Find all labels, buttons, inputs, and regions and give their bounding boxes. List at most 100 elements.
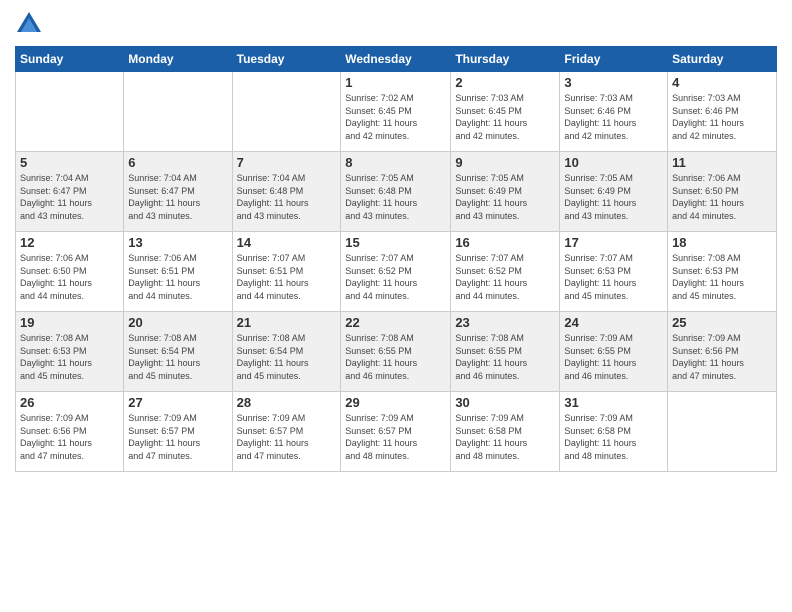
logo-icon — [15, 10, 43, 38]
day-number: 26 — [20, 395, 119, 410]
day-info: Sunrise: 7:08 AM Sunset: 6:54 PM Dayligh… — [128, 332, 227, 382]
day-info: Sunrise: 7:03 AM Sunset: 6:45 PM Dayligh… — [455, 92, 555, 142]
day-number: 24 — [564, 315, 663, 330]
day-number: 31 — [564, 395, 663, 410]
week-row-5: 26 Sunrise: 7:09 AM Sunset: 6:56 PM Dayli… — [16, 392, 777, 472]
day-number: 10 — [564, 155, 663, 170]
calendar-cell: 30 Sunrise: 7:09 AM Sunset: 6:58 PM Dayli… — [451, 392, 560, 472]
day-info: Sunrise: 7:06 AM Sunset: 6:50 PM Dayligh… — [20, 252, 119, 302]
day-info: Sunrise: 7:05 AM Sunset: 6:48 PM Dayligh… — [345, 172, 446, 222]
calendar-cell: 2Sunrise: 7:03 AM Sunset: 6:45 PM Daylig… — [451, 72, 560, 152]
day-info: Sunrise: 7:07 AM Sunset: 6:52 PM Dayligh… — [345, 252, 446, 302]
day-number: 30 — [455, 395, 555, 410]
calendar-header: SundayMondayTuesdayWednesdayThursdayFrid… — [16, 47, 777, 72]
calendar-cell: 12 Sunrise: 7:06 AM Sunset: 6:50 PM Dayli… — [16, 232, 124, 312]
day-number: 18 — [672, 235, 772, 250]
day-info: Sunrise: 7:08 AM Sunset: 6:55 PM Dayligh… — [345, 332, 446, 382]
calendar-cell: 31 Sunrise: 7:09 AM Sunset: 6:58 PM Dayli… — [560, 392, 668, 472]
day-number: 8 — [345, 155, 446, 170]
calendar-cell: 7 Sunrise: 7:04 AM Sunset: 6:48 PM Daylig… — [232, 152, 341, 232]
calendar-cell — [124, 72, 232, 152]
week-row-4: 19Sunrise: 7:08 AM Sunset: 6:53 PM Dayli… — [16, 312, 777, 392]
calendar-cell: 25 Sunrise: 7:09 AM Sunset: 6:56 PM Dayli… — [668, 312, 777, 392]
day-info: Sunrise: 7:08 AM Sunset: 6:53 PM Dayligh… — [20, 332, 119, 382]
header-cell-tuesday: Tuesday — [232, 47, 341, 72]
day-number: 4 — [672, 75, 772, 90]
day-number: 28 — [237, 395, 337, 410]
calendar-cell — [668, 392, 777, 472]
calendar-cell: 19Sunrise: 7:08 AM Sunset: 6:53 PM Dayli… — [16, 312, 124, 392]
day-info: Sunrise: 7:05 AM Sunset: 6:49 PM Dayligh… — [455, 172, 555, 222]
day-number: 20 — [128, 315, 227, 330]
header-cell-friday: Friday — [560, 47, 668, 72]
calendar-cell: 14Sunrise: 7:07 AM Sunset: 6:51 PM Dayli… — [232, 232, 341, 312]
day-info: Sunrise: 7:09 AM Sunset: 6:56 PM Dayligh… — [672, 332, 772, 382]
day-info: Sunrise: 7:06 AM Sunset: 6:51 PM Dayligh… — [128, 252, 227, 302]
day-number: 6 — [128, 155, 227, 170]
calendar-cell: 22 Sunrise: 7:08 AM Sunset: 6:55 PM Dayli… — [341, 312, 451, 392]
calendar-cell: 20 Sunrise: 7:08 AM Sunset: 6:54 PM Dayli… — [124, 312, 232, 392]
calendar-body: 1 Sunrise: 7:02 AM Sunset: 6:45 PM Daylig… — [16, 72, 777, 472]
calendar-cell: 5 Sunrise: 7:04 AM Sunset: 6:47 PM Daylig… — [16, 152, 124, 232]
header-cell-sunday: Sunday — [16, 47, 124, 72]
calendar-cell: 3Sunrise: 7:03 AM Sunset: 6:46 PM Daylig… — [560, 72, 668, 152]
day-number: 15 — [345, 235, 446, 250]
calendar-cell: 1 Sunrise: 7:02 AM Sunset: 6:45 PM Daylig… — [341, 72, 451, 152]
header — [15, 10, 777, 38]
day-number: 7 — [237, 155, 337, 170]
day-number: 22 — [345, 315, 446, 330]
day-number: 11 — [672, 155, 772, 170]
day-number: 17 — [564, 235, 663, 250]
day-info: Sunrise: 7:03 AM Sunset: 6:46 PM Dayligh… — [672, 92, 772, 142]
calendar-cell: 23 Sunrise: 7:08 AM Sunset: 6:55 PM Dayli… — [451, 312, 560, 392]
day-number: 1 — [345, 75, 446, 90]
day-info: Sunrise: 7:05 AM Sunset: 6:49 PM Dayligh… — [564, 172, 663, 222]
calendar-cell: 26 Sunrise: 7:09 AM Sunset: 6:56 PM Dayli… — [16, 392, 124, 472]
day-number: 23 — [455, 315, 555, 330]
calendar-cell: 27 Sunrise: 7:09 AM Sunset: 6:57 PM Dayli… — [124, 392, 232, 472]
calendar-cell — [232, 72, 341, 152]
calendar-cell: 10 Sunrise: 7:05 AM Sunset: 6:49 PM Dayli… — [560, 152, 668, 232]
day-info: Sunrise: 7:09 AM Sunset: 6:57 PM Dayligh… — [128, 412, 227, 462]
calendar-cell: 18 Sunrise: 7:08 AM Sunset: 6:53 PM Dayli… — [668, 232, 777, 312]
page: SundayMondayTuesdayWednesdayThursdayFrid… — [0, 0, 792, 612]
day-info: Sunrise: 7:08 AM Sunset: 6:53 PM Dayligh… — [672, 252, 772, 302]
calendar-cell: 17Sunrise: 7:07 AM Sunset: 6:53 PM Dayli… — [560, 232, 668, 312]
day-info: Sunrise: 7:04 AM Sunset: 6:47 PM Dayligh… — [20, 172, 119, 222]
calendar-cell: 28Sunrise: 7:09 AM Sunset: 6:57 PM Dayli… — [232, 392, 341, 472]
logo — [15, 10, 47, 38]
header-cell-monday: Monday — [124, 47, 232, 72]
day-info: Sunrise: 7:02 AM Sunset: 6:45 PM Dayligh… — [345, 92, 446, 142]
day-number: 9 — [455, 155, 555, 170]
day-info: Sunrise: 7:03 AM Sunset: 6:46 PM Dayligh… — [564, 92, 663, 142]
calendar-cell: 21Sunrise: 7:08 AM Sunset: 6:54 PM Dayli… — [232, 312, 341, 392]
day-info: Sunrise: 7:09 AM Sunset: 6:58 PM Dayligh… — [455, 412, 555, 462]
day-number: 12 — [20, 235, 119, 250]
calendar-cell: 15 Sunrise: 7:07 AM Sunset: 6:52 PM Dayli… — [341, 232, 451, 312]
day-info: Sunrise: 7:04 AM Sunset: 6:47 PM Dayligh… — [128, 172, 227, 222]
day-info: Sunrise: 7:04 AM Sunset: 6:48 PM Dayligh… — [237, 172, 337, 222]
day-number: 13 — [128, 235, 227, 250]
day-number: 14 — [237, 235, 337, 250]
day-info: Sunrise: 7:08 AM Sunset: 6:54 PM Dayligh… — [237, 332, 337, 382]
header-cell-thursday: Thursday — [451, 47, 560, 72]
calendar-cell: 29Sunrise: 7:09 AM Sunset: 6:57 PM Dayli… — [341, 392, 451, 472]
day-info: Sunrise: 7:08 AM Sunset: 6:55 PM Dayligh… — [455, 332, 555, 382]
calendar-cell: 8 Sunrise: 7:05 AM Sunset: 6:48 PM Daylig… — [341, 152, 451, 232]
calendar-cell: 6 Sunrise: 7:04 AM Sunset: 6:47 PM Daylig… — [124, 152, 232, 232]
week-row-1: 1 Sunrise: 7:02 AM Sunset: 6:45 PM Daylig… — [16, 72, 777, 152]
day-number: 16 — [455, 235, 555, 250]
day-info: Sunrise: 7:09 AM Sunset: 6:56 PM Dayligh… — [20, 412, 119, 462]
calendar-cell: 24 Sunrise: 7:09 AM Sunset: 6:55 PM Dayli… — [560, 312, 668, 392]
day-info: Sunrise: 7:07 AM Sunset: 6:52 PM Dayligh… — [455, 252, 555, 302]
calendar-cell: 13 Sunrise: 7:06 AM Sunset: 6:51 PM Dayli… — [124, 232, 232, 312]
day-number: 27 — [128, 395, 227, 410]
header-row: SundayMondayTuesdayWednesdayThursdayFrid… — [16, 47, 777, 72]
header-cell-wednesday: Wednesday — [341, 47, 451, 72]
day-info: Sunrise: 7:09 AM Sunset: 6:58 PM Dayligh… — [564, 412, 663, 462]
day-info: Sunrise: 7:09 AM Sunset: 6:55 PM Dayligh… — [564, 332, 663, 382]
day-number: 5 — [20, 155, 119, 170]
day-number: 25 — [672, 315, 772, 330]
calendar-table: SundayMondayTuesdayWednesdayThursdayFrid… — [15, 46, 777, 472]
calendar-cell: 16 Sunrise: 7:07 AM Sunset: 6:52 PM Dayli… — [451, 232, 560, 312]
